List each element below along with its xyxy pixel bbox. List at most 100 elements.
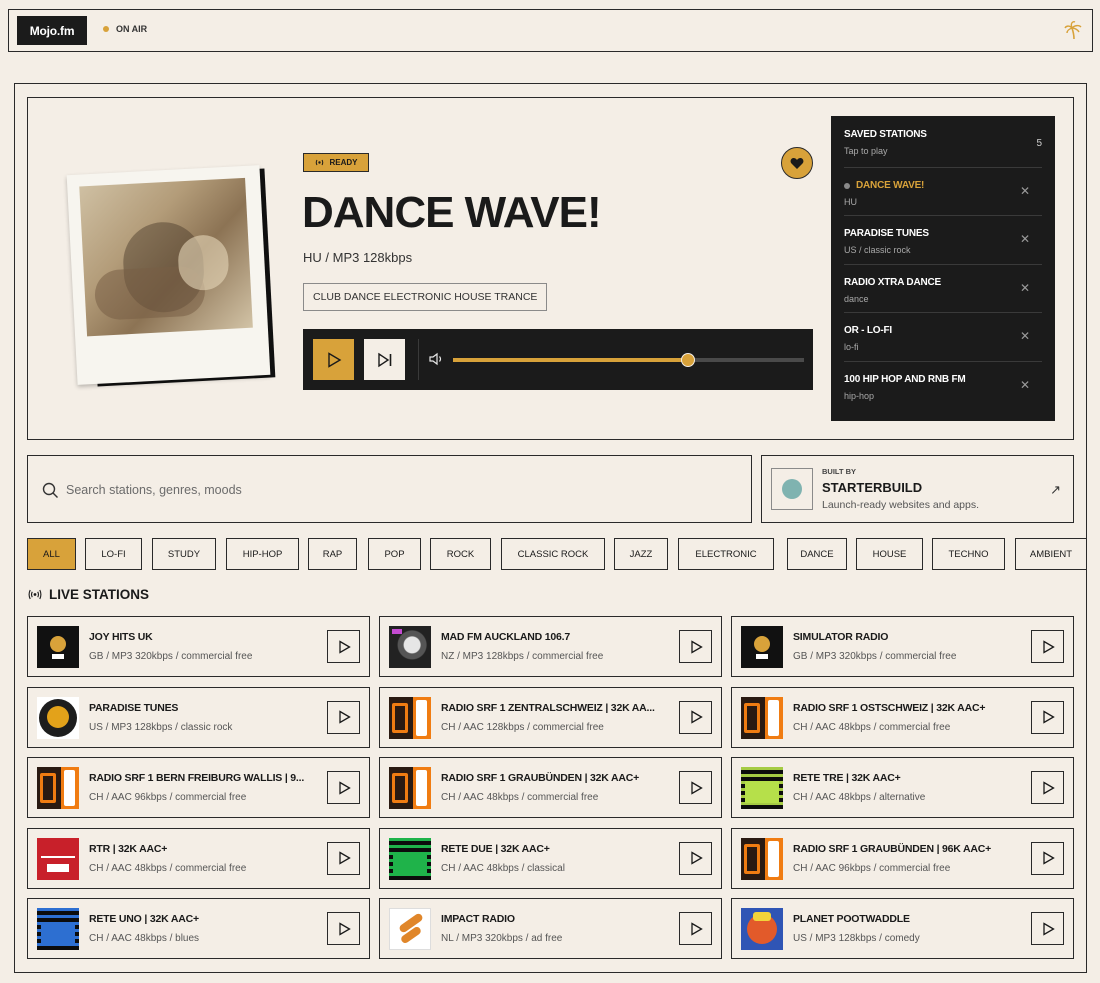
genre-pill-dance[interactable]: DANCE [787,538,847,570]
station-logo [37,908,79,950]
station-card[interactable]: RETE TRE | 32K AAC+ CH / AAC 48kbps / alt… [731,757,1074,818]
favorite-button[interactable] [781,147,813,179]
station-card-meta: CH / AAC 48kbps / commercial free [89,862,247,874]
station-play-button[interactable] [679,630,712,663]
genre-pill-techno[interactable]: TECHNO [932,538,1005,570]
station-play-button[interactable] [327,630,360,663]
search-icon [42,482,58,498]
genre-pill-hip-hop[interactable]: HIP-HOP [226,538,299,570]
station-logo [741,837,783,880]
saved-station-item[interactable]: PARADISE TUNES US / classic rock ✕ [844,215,1042,263]
saved-station-name: RADIO XTRA DANCE [844,277,941,288]
volume-knob[interactable] [681,353,696,367]
station-card-title: RETE TRE | 32K AAC+ [793,772,901,784]
genre-pill-electronic[interactable]: ELECTRONIC [678,538,774,570]
remove-icon[interactable]: ✕ [1020,378,1030,392]
station-play-button[interactable] [679,912,712,945]
station-play-button[interactable] [327,912,360,945]
station-card[interactable]: RADIO SRF 1 BERN FREIBURG WALLIS | 9... C… [27,757,370,818]
station-card[interactable]: RADIO SRF 1 GRAUBÜNDEN | 32K AAC+ CH / AA… [379,757,722,818]
genre-pill-all[interactable]: ALL [27,538,76,570]
station-card[interactable]: RADIO SRF 1 GRAUBÜNDEN | 96K AAC+ CH / AA… [731,827,1074,889]
remove-icon[interactable]: ✕ [1020,281,1030,295]
saved-station-item[interactable]: 100 HIP HOP AND RNB FM hip-hop ✕ [844,360,1042,409]
station-card-meta: US / MP3 128kbps / classic rock [89,721,233,733]
station-logo [741,626,783,668]
station-play-button[interactable] [327,771,360,804]
station-card-meta: NZ / MP3 128kbps / commercial free [441,651,604,662]
play-icon [690,710,703,724]
station-play-button[interactable] [1031,841,1064,875]
status-badge: READY [303,153,369,172]
station-card[interactable]: PARADISE TUNES US / MP3 128kbps / classic… [27,686,370,748]
station-play-button[interactable] [679,841,712,875]
station-card[interactable]: SIMULATOR RADIO GB / MP3 320kbps / commer… [731,616,1074,677]
volume-icon[interactable] [429,352,445,366]
station-play-button[interactable] [1031,771,1064,804]
genre-pill-pop[interactable]: POP [368,538,421,570]
status-badge-label: READY [329,158,358,167]
station-card[interactable]: IMPACT RADIO NL / MP3 320kbps / ad free [379,898,722,959]
broadcast-icon [316,159,324,166]
station-card-title: PARADISE TUNES [89,701,179,714]
genre-pill-house[interactable]: HOUSE [856,538,923,570]
station-logo [37,837,79,880]
station-card[interactable]: PLANET POOTWADDLE US / MP3 128kbps / come… [731,898,1074,959]
saved-stations-count: 5 [1036,138,1042,149]
station-card-meta: US / MP3 128kbps / comedy [793,933,920,944]
station-card-title: RETE DUE | 32K AAC+ [441,842,550,855]
logo[interactable]: Mojo.fm [17,16,87,45]
genre-pill-ambient[interactable]: AMBIENT [1015,538,1087,570]
station-play-button[interactable] [327,841,360,875]
genre-pill-classic-rock[interactable]: CLASSIC ROCK [501,538,605,570]
play-icon [690,921,703,936]
saved-station-name-text: PARADISE TUNES [844,228,929,240]
station-card[interactable]: JOY HITS UK GB / MP3 320kbps / commercial… [27,616,370,677]
saved-station-item[interactable]: RADIO XTRA DANCE dance ✕ [844,263,1042,312]
artwork-photo [79,177,253,337]
saved-station-name-text: RADIO XTRA DANCE [844,276,941,288]
station-card[interactable]: MAD FM AUCKLAND 106.7 NZ / MP3 128kbps / … [379,616,722,677]
station-logo [741,767,783,809]
station-card[interactable]: RADIO SRF 1 OSTSCHWEIZ | 32K AAC+ CH / AA… [731,686,1074,748]
station-card[interactable]: RTR | 32K AAC+ CH / AAC 48kbps / commerci… [27,827,370,889]
station-play-button[interactable] [679,771,712,804]
built-by-card[interactable]: BUILT BY STARTERBUILD Launch-ready websi… [761,455,1074,523]
station-play-button[interactable] [1031,912,1064,945]
palm-tree-icon[interactable] [1064,20,1084,40]
station-card[interactable]: RETE DUE | 32K AAC+ CH / AAC 48kbps / cla… [379,827,722,889]
genre-pill-rock[interactable]: ROCK [430,538,491,570]
station-play-button[interactable] [1031,700,1064,734]
play-icon [327,351,341,368]
station-play-button[interactable] [1031,630,1064,663]
saved-station-sub: dance [844,293,869,304]
saved-station-name: PARADISE TUNES [844,228,929,239]
saved-station-item[interactable]: DANCE WAVE! HU ✕ [844,167,1042,215]
remove-icon[interactable]: ✕ [1020,232,1030,246]
station-artwork [66,165,271,385]
next-button[interactable] [364,339,405,380]
station-card-meta: CH / AAC 48kbps / commercial free [441,792,599,803]
genre-pill-jazz[interactable]: JAZZ [614,538,668,570]
volume-slider[interactable] [453,353,804,367]
search-input[interactable] [66,476,726,504]
remove-icon[interactable]: ✕ [1020,184,1030,198]
heart-icon [790,157,804,169]
station-card-meta: GB / MP3 320kbps / commercial free [793,651,957,662]
station-card-title: RADIO SRF 1 OSTSCHWEIZ | 32K AAC+ [793,701,986,714]
genre-pill-rap[interactable]: RAP [308,538,357,570]
saved-station-sub: hip-hop [844,390,875,401]
station-play-button[interactable] [679,700,712,734]
station-card[interactable]: RADIO SRF 1 ZENTRALSCHWEIZ | 32K AA... CH… [379,686,722,748]
now-playing-dot [844,182,850,189]
station-card-meta: CH / AAC 48kbps / blues [89,933,200,944]
on-air-label: ON AIR [116,24,148,34]
play-icon [1042,921,1055,936]
remove-icon[interactable]: ✕ [1020,329,1030,343]
saved-station-item[interactable]: OR - LO-FI lo-fi ✕ [844,312,1042,360]
station-play-button[interactable] [327,700,360,734]
play-button[interactable] [313,339,354,380]
station-card[interactable]: RETE UNO | 32K AAC+ CH / AAC 48kbps / blu… [27,898,370,959]
genre-pill-study[interactable]: STUDY [152,538,216,570]
genre-pill-lo-fi[interactable]: LO-FI [85,538,142,570]
